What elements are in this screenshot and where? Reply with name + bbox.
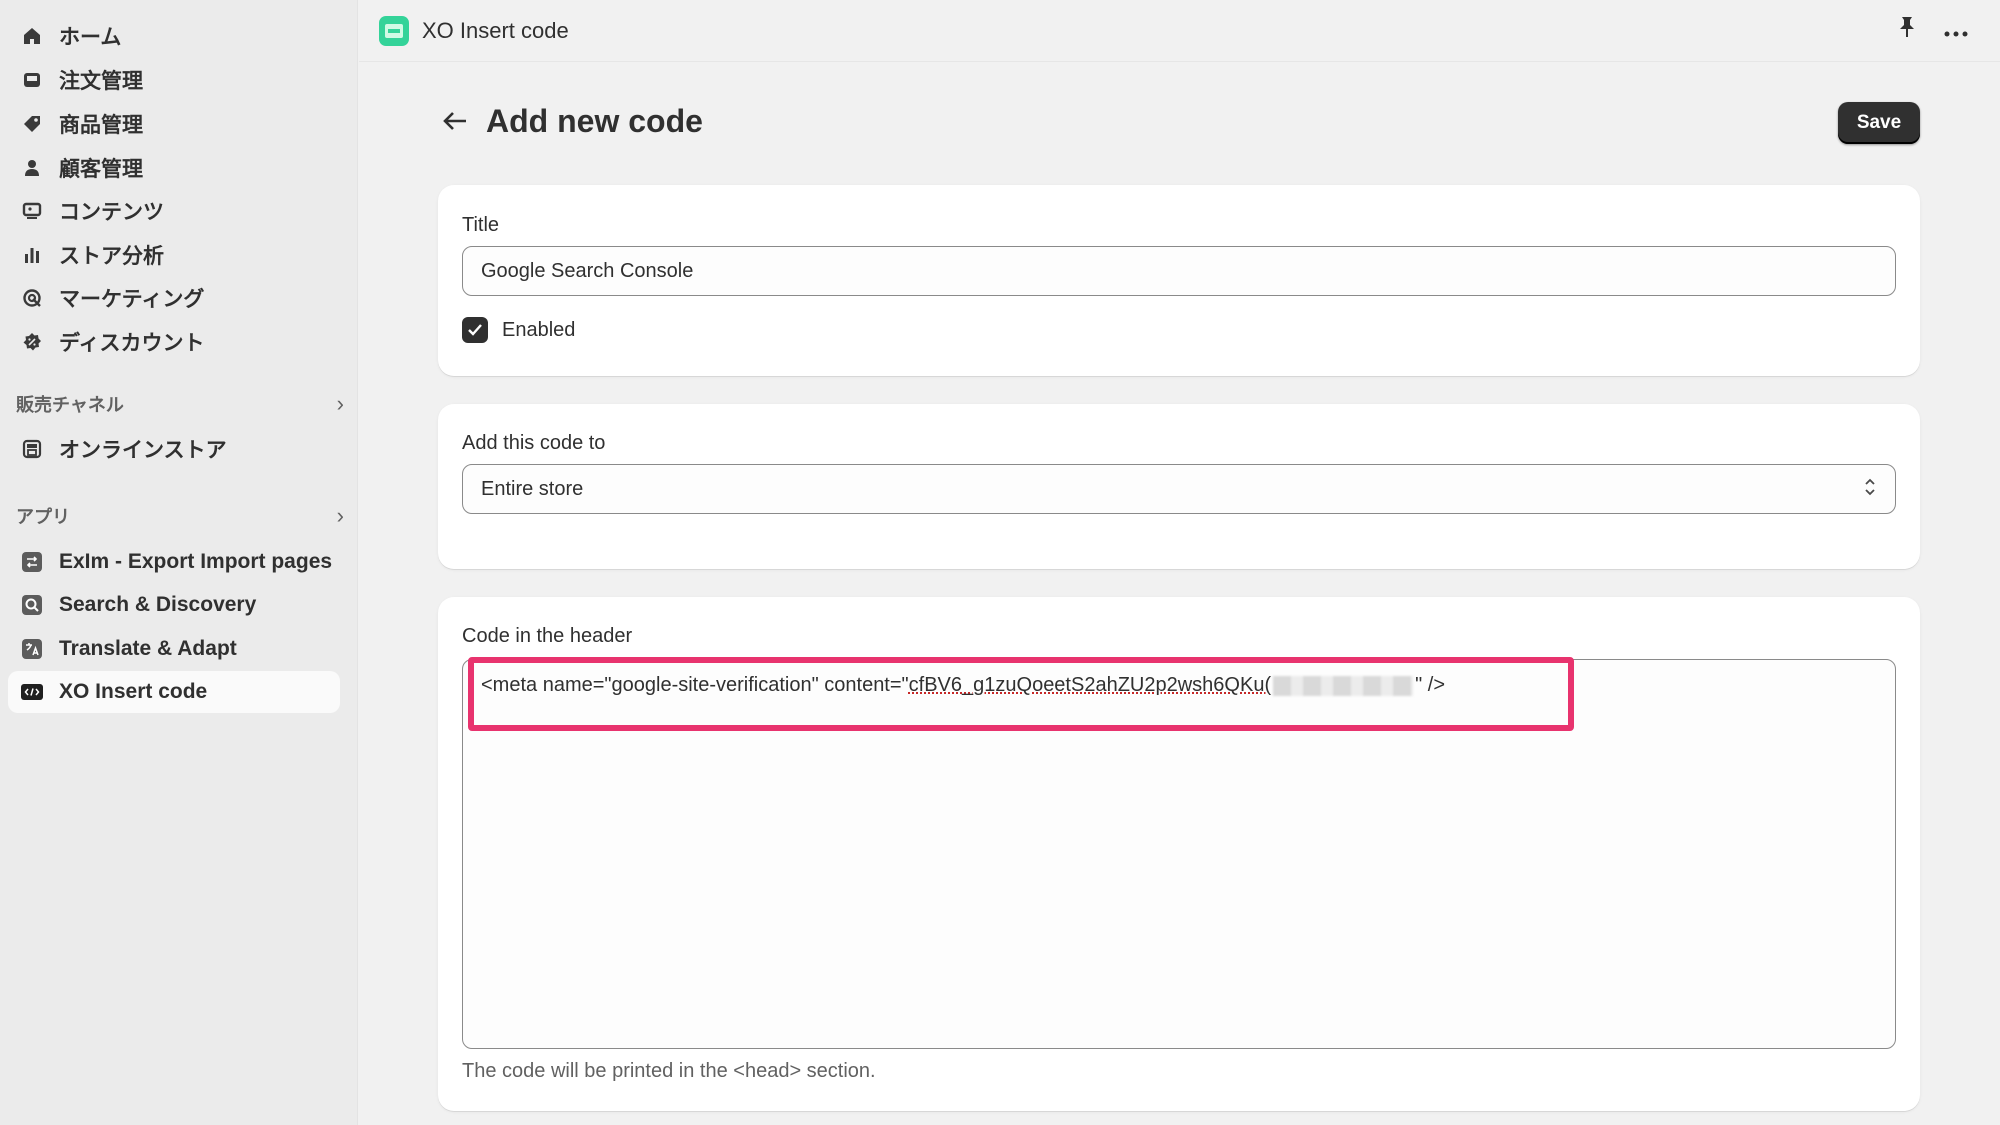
header-code-label: Code in the header [462,625,633,647]
discount-icon [21,331,43,353]
sidebar-item-label: マーケティング [59,288,205,311]
enabled-label: Enabled [502,319,576,341]
sidebar-item-label: コンテンツ [59,201,164,224]
select-chevron-icon [1863,475,1877,501]
apps-label: アプリ [16,507,70,527]
target-icon [21,287,43,309]
sidebar-item-label: 商品管理 [59,114,143,137]
sidebar-item-translate[interactable]: Translate & Adapt [8,628,340,670]
sidebar-item-label: XO Insert code [59,680,208,703]
sidebar-item-label: ディスカウント [59,332,205,355]
sidebar-item-orders[interactable]: 注文管理 [8,59,340,101]
sidebar-item-label: ホーム [59,26,122,49]
sidebar-item-search-discovery[interactable]: Search & Discovery [8,584,340,626]
sidebar-item-label: ストア分析 [59,245,164,268]
location-label: Add this code to [462,432,606,454]
sidebar-item-products[interactable]: 商品管理 [8,103,340,145]
header-code-help: The code will be printed in the <head> s… [462,1060,876,1082]
chevron-right-icon: › [336,503,344,528]
sidebar-item-label: オンラインストア [59,439,227,462]
person-icon [21,157,43,179]
chevron-right-icon: › [336,391,344,416]
sidebar-item-label: ExIm - Export Import pages [59,550,333,573]
code-icon [21,681,43,703]
pin-icon[interactable] [1898,16,1916,44]
sidebar-item-exim[interactable]: ExIm - Export Import pages [8,541,340,583]
app-title: XO Insert code [422,17,569,43]
sales-channels-label: 販売チャネル [16,395,124,415]
enabled-checkbox[interactable] [462,317,488,343]
content-icon [21,200,43,222]
location-select[interactable]: Entire store [462,464,1896,514]
title-label: Title [462,214,500,236]
search-discovery-icon [21,594,43,616]
inbox-icon [21,69,43,91]
title-input[interactable]: Google Search Console [462,246,1896,296]
tag-icon [21,113,43,135]
app-topbar: XO Insert code [359,0,2000,62]
translate-icon [21,638,43,660]
save-button[interactable]: Save [1838,102,1920,144]
back-arrow-icon[interactable] [442,106,468,140]
bar-chart-icon [21,244,43,266]
sidebar-item-customers[interactable]: 顧客管理 [8,147,340,189]
page-title: Add new code [486,103,703,139]
sales-channels-section[interactable]: 販売チャネル › [16,389,344,419]
sidebar-item-marketing[interactable]: マーケティング [8,277,340,319]
title-card: Title Google Search Console Enabled [438,185,1920,376]
sidebar-item-home[interactable]: ホーム [8,15,340,57]
sidebar-item-label: 顧客管理 [59,158,143,181]
store-icon [21,438,43,460]
sidebar: ホーム 注文管理 商品管理 顧客管理 コンテンツ ストア分析 マーケティング デ… [0,0,358,1125]
sidebar-item-xo-insert-code[interactable]: XO Insert code [8,671,340,713]
topbar-actions [1898,16,1968,44]
exim-icon [21,551,43,573]
xo-app-icon [379,15,409,46]
location-card: Add this code to Entire store [438,404,1920,569]
sidebar-item-content[interactable]: コンテンツ [8,190,340,232]
sidebar-item-analytics[interactable]: ストア分析 [8,234,340,276]
more-horizontal-icon[interactable] [1944,17,1968,43]
sidebar-item-label: 注文管理 [59,70,143,93]
home-icon [21,25,43,47]
highlight-annotation-box [468,657,1574,731]
apps-section[interactable]: アプリ › [16,501,344,531]
sidebar-item-discounts[interactable]: ディスカウント [8,321,340,363]
location-select-value: Entire store [481,477,584,500]
sidebar-item-label: Translate & Adapt [59,637,237,660]
sidebar-item-label: Search & Discovery [59,593,257,616]
sidebar-item-online-store[interactable]: オンラインストア [8,428,340,470]
